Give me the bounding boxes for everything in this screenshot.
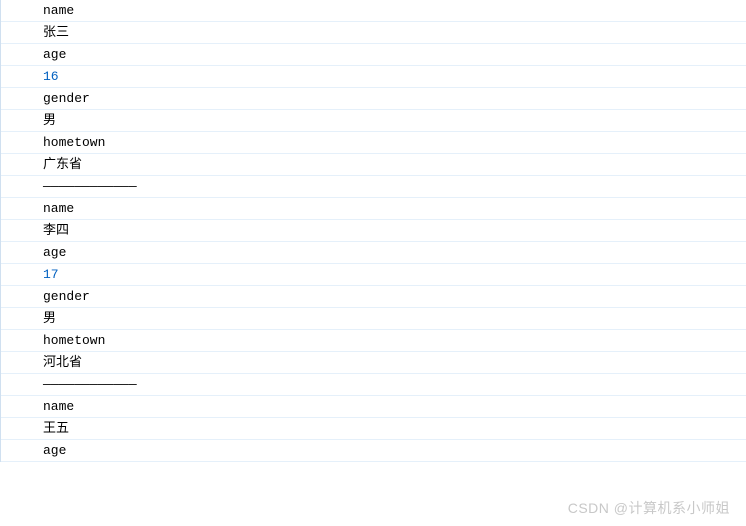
field-key: gender [1, 88, 746, 110]
record-separator: ———————————— [1, 176, 746, 198]
field-key: age [1, 242, 746, 264]
field-value: 16 [1, 66, 746, 88]
field-value: 王五 [1, 418, 746, 440]
field-value: 17 [1, 264, 746, 286]
field-value: 张三 [1, 22, 746, 44]
field-key: name [1, 396, 746, 418]
field-key: age [1, 440, 746, 462]
field-value: 广东省 [1, 154, 746, 176]
output-list: name 张三 age 16 gender 男 hometown 广东省 ———… [0, 0, 746, 462]
field-value: 男 [1, 110, 746, 132]
watermark-text: CSDN @计算机系小师姐 [568, 498, 730, 518]
field-value: 李四 [1, 220, 746, 242]
record-separator: ———————————— [1, 374, 746, 396]
field-key: gender [1, 286, 746, 308]
field-key: age [1, 44, 746, 66]
field-value: 河北省 [1, 352, 746, 374]
field-key: name [1, 0, 746, 22]
field-key: hometown [1, 132, 746, 154]
field-key: hometown [1, 330, 746, 352]
field-key: name [1, 198, 746, 220]
field-value: 男 [1, 308, 746, 330]
